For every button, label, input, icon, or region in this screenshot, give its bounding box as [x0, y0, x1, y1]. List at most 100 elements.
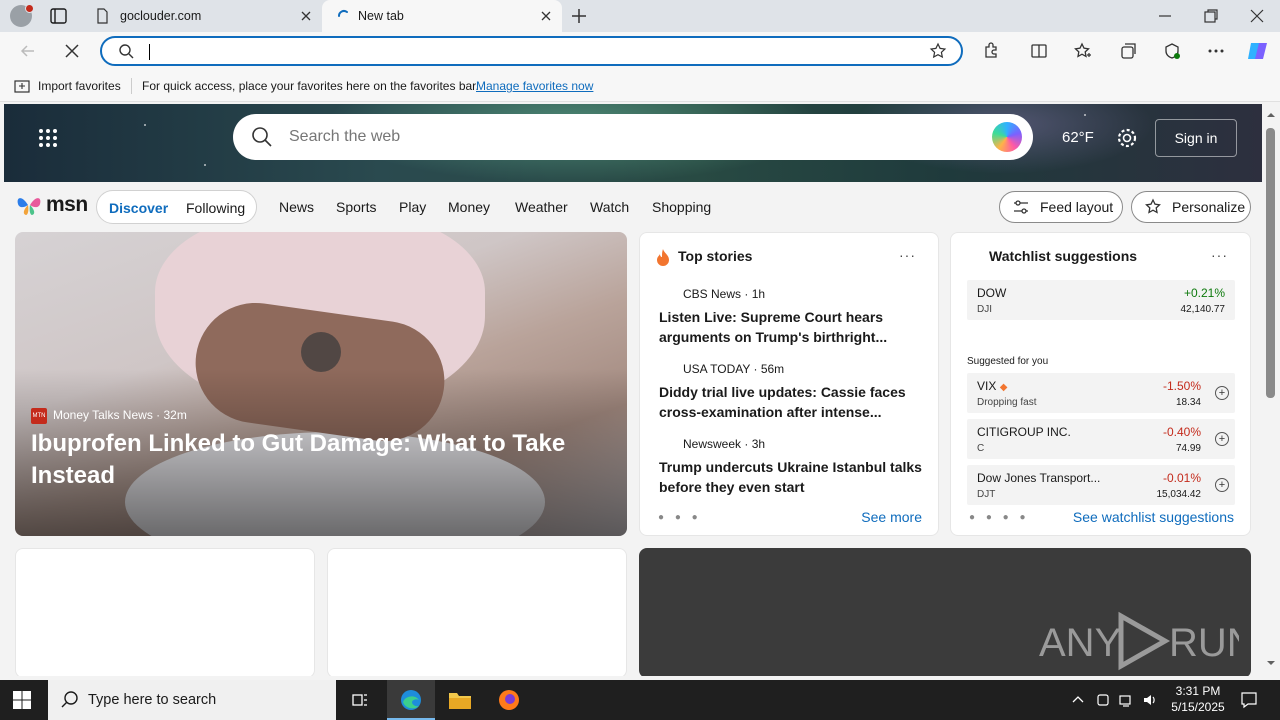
scroll-up-icon[interactable]	[1266, 110, 1276, 120]
add-to-watchlist-icon[interactable]: +	[1215, 386, 1229, 400]
list-item[interactable]: USA TODAY · 56m Diddy trial live updates…	[659, 362, 927, 422]
add-to-watchlist-icon[interactable]: +	[1215, 432, 1229, 446]
notifications-icon[interactable]	[1240, 691, 1258, 709]
folder-icon	[449, 693, 471, 709]
watchlist-row[interactable]: Dow Jones Transport... DJT -0.01% 15,034…	[967, 465, 1235, 505]
nav-money[interactable]: Money	[448, 199, 490, 215]
close-window-icon[interactable]	[1247, 6, 1267, 26]
story-age: 1h	[751, 287, 766, 301]
video-card[interactable]: ANY RUN	[639, 548, 1251, 676]
web-search-box[interactable]: Search the web	[233, 114, 1033, 160]
add-to-watchlist-icon[interactable]: +	[1215, 478, 1229, 492]
list-item[interactable]: CBS News · 1h Listen Live: Supreme Court…	[659, 287, 927, 347]
watchlist-row[interactable]: VIX ◆ Dropping fast -1.50% 18.34 +	[967, 373, 1235, 413]
profile-avatar[interactable]	[10, 4, 34, 27]
collections-icon[interactable]	[1118, 41, 1138, 61]
stock-change: -0.01%	[1162, 471, 1201, 485]
close-tab-icon[interactable]	[538, 8, 554, 24]
windows-start-icon[interactable]	[12, 690, 32, 710]
watchlist-row[interactable]: DOW DJI +0.21% 42,140.77	[967, 280, 1235, 320]
volume-icon[interactable]	[1142, 692, 1158, 708]
tab-new-tab[interactable]: New tab	[322, 0, 562, 32]
story-headline[interactable]: Ibuprofen Linked to Gut Damage: What to …	[31, 428, 611, 492]
watermark-text: ANY	[1039, 621, 1121, 665]
scrollbar-thumb[interactable]	[1266, 128, 1275, 398]
story-age: 56m	[760, 362, 785, 376]
nav-sports[interactable]: Sports	[336, 199, 376, 215]
tab-discover[interactable]: Discover	[109, 200, 168, 216]
msn-nav: msn Discover Following News Sports Play …	[4, 182, 1262, 230]
more-options-icon[interactable]: ···	[899, 247, 916, 263]
firefox-taskbar-button[interactable]	[485, 680, 533, 720]
tab-actions-icon[interactable]	[48, 6, 70, 26]
meet-now-icon[interactable]	[1095, 692, 1111, 708]
carousel-pager[interactable]: ● ● ●	[658, 512, 702, 523]
nav-watch[interactable]: Watch	[590, 199, 629, 215]
flame-icon	[657, 249, 669, 266]
story-headline[interactable]: Trump undercuts Ukraine Istanbul talks b…	[659, 457, 927, 497]
story-source: MTN Money Talks News · 32m	[31, 408, 187, 424]
nav-news[interactable]: News	[279, 199, 314, 215]
list-item[interactable]: Newsweek · 3h Trump undercuts Ukraine Is…	[659, 437, 927, 497]
more-options-icon[interactable]	[1206, 41, 1226, 61]
taskbar-clock[interactable]: 3:31 PM 5/15/2025	[1162, 683, 1234, 715]
stock-price: 42,140.77	[1180, 304, 1226, 315]
import-favorites-icon[interactable]	[14, 78, 30, 94]
edge-icon	[401, 690, 421, 710]
favorites-icon[interactable]	[1073, 41, 1093, 61]
apps-grid-icon[interactable]	[38, 128, 58, 148]
clock-date: 5/15/2025	[1171, 700, 1225, 714]
personalize-button[interactable]: Personalize	[1131, 191, 1251, 223]
taskbar-search[interactable]: Type here to search	[48, 680, 336, 720]
tab-following[interactable]: Following	[186, 200, 245, 216]
close-tab-icon[interactable]	[298, 8, 314, 24]
loading-card	[327, 548, 627, 676]
manage-favorites-link[interactable]: Manage favorites now	[476, 70, 593, 102]
back-icon[interactable]	[18, 41, 38, 61]
top-stories-card: Top stories ··· CBS News · 1h Listen Liv…	[639, 232, 939, 536]
browser-essentials-icon[interactable]	[1162, 41, 1182, 61]
stock-ticker: DJI	[977, 304, 992, 315]
task-view-button[interactable]	[336, 680, 384, 720]
nav-weather[interactable]: Weather	[515, 199, 568, 215]
show-hidden-icons-icon[interactable]	[1070, 692, 1086, 708]
gear-icon[interactable]	[1116, 127, 1138, 149]
split-screen-icon[interactable]	[1029, 41, 1049, 61]
watchlist-title: Watchlist suggestions	[989, 248, 1138, 264]
favorite-star-icon[interactable]	[929, 42, 947, 60]
minimize-icon[interactable]	[1155, 6, 1175, 26]
carousel-pager[interactable]: ● ● ● ●	[969, 512, 1030, 523]
see-watchlist-link[interactable]: See watchlist suggestions	[1073, 509, 1234, 525]
feed-layout-button[interactable]: Feed layout	[999, 191, 1123, 223]
watchlist-row[interactable]: CITIGROUP INC. C -0.40% 74.99 +	[967, 419, 1235, 459]
address-bar[interactable]	[100, 36, 963, 66]
nav-shopping[interactable]: Shopping	[652, 199, 711, 215]
extensions-icon[interactable]	[981, 41, 1001, 61]
file-explorer-button[interactable]	[436, 680, 484, 720]
stock-name-text: VIX	[977, 379, 997, 393]
new-tab-icon[interactable]	[569, 6, 589, 26]
scroll-down-icon[interactable]	[1266, 658, 1276, 668]
page-scrollbar[interactable]	[1262, 104, 1280, 676]
see-more-link[interactable]: See more	[861, 509, 922, 525]
tab-goclouder[interactable]: goclouder.com	[80, 0, 322, 32]
main-story-card[interactable]: MTN Money Talks News · 32m Ibuprofen Link…	[15, 232, 627, 536]
copilot-icon[interactable]	[1246, 39, 1270, 63]
star	[1084, 114, 1086, 116]
msn-logo[interactable]: msn	[16, 190, 88, 220]
story-headline[interactable]: Diddy trial live updates: Cassie faces c…	[659, 382, 927, 422]
sign-in-button[interactable]: Sign in	[1155, 119, 1237, 157]
edge-taskbar-button[interactable]	[387, 680, 435, 720]
task-view-icon	[352, 694, 367, 706]
restore-icon[interactable]	[1201, 6, 1221, 26]
cursor-indicator	[301, 332, 341, 372]
import-favorites-button[interactable]: Import favorites	[38, 70, 121, 102]
weather-temperature[interactable]: 62°F	[1062, 129, 1094, 146]
more-options-icon[interactable]: ···	[1211, 247, 1228, 263]
nav-play[interactable]: Play	[399, 199, 426, 215]
network-icon[interactable]	[1118, 692, 1134, 708]
source-name: Newsweek	[683, 437, 742, 451]
story-headline[interactable]: Listen Live: Supreme Court hears argumen…	[659, 307, 927, 347]
stop-loading-icon[interactable]	[62, 41, 82, 61]
copilot-search-icon[interactable]	[992, 122, 1022, 152]
